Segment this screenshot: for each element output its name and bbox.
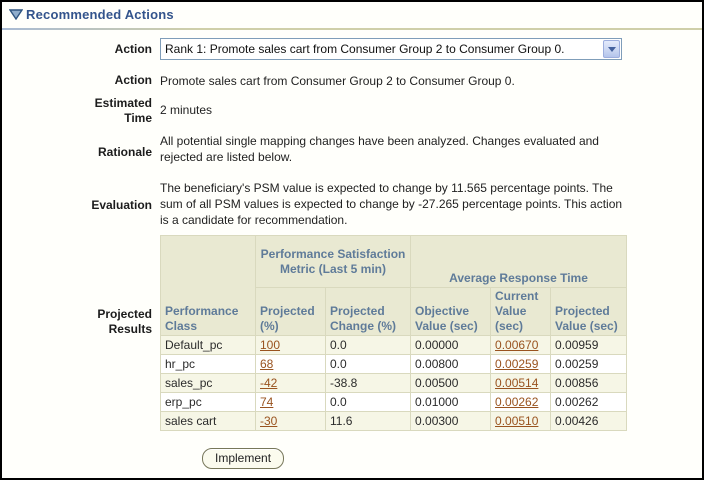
action-text-label: Action xyxy=(10,73,152,88)
header-divider xyxy=(2,28,704,30)
cell-performance-class: Default_pc xyxy=(161,336,256,355)
cell-objective-value: 0.00800 xyxy=(411,355,491,374)
group-header-psm: Performance Satisfaction Metric (Last 5 … xyxy=(256,236,411,288)
projected-results-table: Performance Class Performance Satisfacti… xyxy=(160,235,627,431)
column-header-projected-change: Projected Change (%) xyxy=(326,288,411,336)
cell-projected-value: 0.00856 xyxy=(551,374,627,393)
cell-objective-value: 0.01000 xyxy=(411,393,491,412)
column-header-projected-pct: Projected (%) xyxy=(256,288,326,336)
column-header-projected-value: Projected Value (sec) xyxy=(551,288,627,336)
current-value-link[interactable]: 0.00510 xyxy=(495,414,538,428)
action-dropdown-value: Rank 1: Promote sales cart from Consumer… xyxy=(165,42,602,56)
cell-projected-change: -38.8 xyxy=(326,374,411,393)
cell-performance-class: erp_pc xyxy=(161,393,256,412)
cell-performance-class: sales cart xyxy=(161,412,256,431)
table-row: Default_pc 100 0.0 0.00000 0.00670 0.009… xyxy=(161,336,627,355)
cell-objective-value: 0.00300 xyxy=(411,412,491,431)
cell-performance-class: hr_pc xyxy=(161,355,256,374)
column-header-objective-value: Objective Value (sec) xyxy=(411,288,491,336)
cell-projected-value: 0.00259 xyxy=(551,355,627,374)
page-title: Recommended Actions xyxy=(26,7,174,22)
chevron-down-icon[interactable] xyxy=(603,40,620,58)
action-text-value: Promote sales cart from Consumer Group 2… xyxy=(160,73,626,89)
evaluation-label: Evaluation xyxy=(10,198,152,213)
rationale-label: Rationale xyxy=(10,145,152,160)
cell-projected-change: 11.6 xyxy=(326,412,411,431)
action-select-label: Action xyxy=(10,42,152,57)
column-header-performance-class: Performance Class xyxy=(161,236,256,336)
cell-objective-value: 0.00500 xyxy=(411,374,491,393)
projected-results-label: Projected Results xyxy=(74,307,152,337)
cell-projected-value: 0.00426 xyxy=(551,412,627,431)
cell-projected-change: 0.0 xyxy=(326,355,411,374)
collapse-triangle-icon[interactable] xyxy=(9,9,23,20)
action-dropdown[interactable]: Rank 1: Promote sales cart from Consumer… xyxy=(160,38,622,60)
cell-projected-change: 0.0 xyxy=(326,393,411,412)
estimated-time-value: 2 minutes xyxy=(160,102,626,118)
cell-objective-value: 0.00000 xyxy=(411,336,491,355)
rationale-value: All potential single mapping changes hav… xyxy=(160,133,626,165)
group-header-avg-response-time: Average Response Time xyxy=(411,236,627,288)
cell-projected-value: 0.00262 xyxy=(551,393,627,412)
cell-projected-value: 0.00959 xyxy=(551,336,627,355)
cell-projected-change: 0.0 xyxy=(326,336,411,355)
table-row: erp_pc 74 0.0 0.01000 0.00262 0.00262 xyxy=(161,393,627,412)
current-value-link[interactable]: 0.00259 xyxy=(495,357,538,371)
table-row: sales cart -30 11.6 0.00300 0.00510 0.00… xyxy=(161,412,627,431)
current-value-link[interactable]: 0.00670 xyxy=(495,338,538,352)
projected-pct-link[interactable]: -42 xyxy=(260,376,277,390)
projected-pct-link[interactable]: 68 xyxy=(260,357,273,371)
column-header-current-value: Current Value (sec) xyxy=(491,288,551,336)
current-value-link[interactable]: 0.00262 xyxy=(495,395,538,409)
projected-pct-link[interactable]: 74 xyxy=(260,395,273,409)
cell-performance-class: sales_pc xyxy=(161,374,256,393)
panel-header: Recommended Actions xyxy=(9,7,174,22)
evaluation-value: The beneficiary's PSM value is expected … xyxy=(160,180,626,228)
projected-pct-link[interactable]: -30 xyxy=(260,414,277,428)
estimated-time-label: Estimated Time xyxy=(74,96,152,126)
recommended-actions-panel: Recommended Actions Action Rank 1: Promo… xyxy=(0,0,704,480)
table-row: sales_pc -42 -38.8 0.00500 0.00514 0.008… xyxy=(161,374,627,393)
implement-button[interactable]: Implement xyxy=(202,448,284,469)
table-group-header-row: Performance Class Performance Satisfacti… xyxy=(161,236,627,288)
projected-pct-link[interactable]: 100 xyxy=(260,338,280,352)
current-value-link[interactable]: 0.00514 xyxy=(495,376,538,390)
table-row: hr_pc 68 0.0 0.00800 0.00259 0.00259 xyxy=(161,355,627,374)
